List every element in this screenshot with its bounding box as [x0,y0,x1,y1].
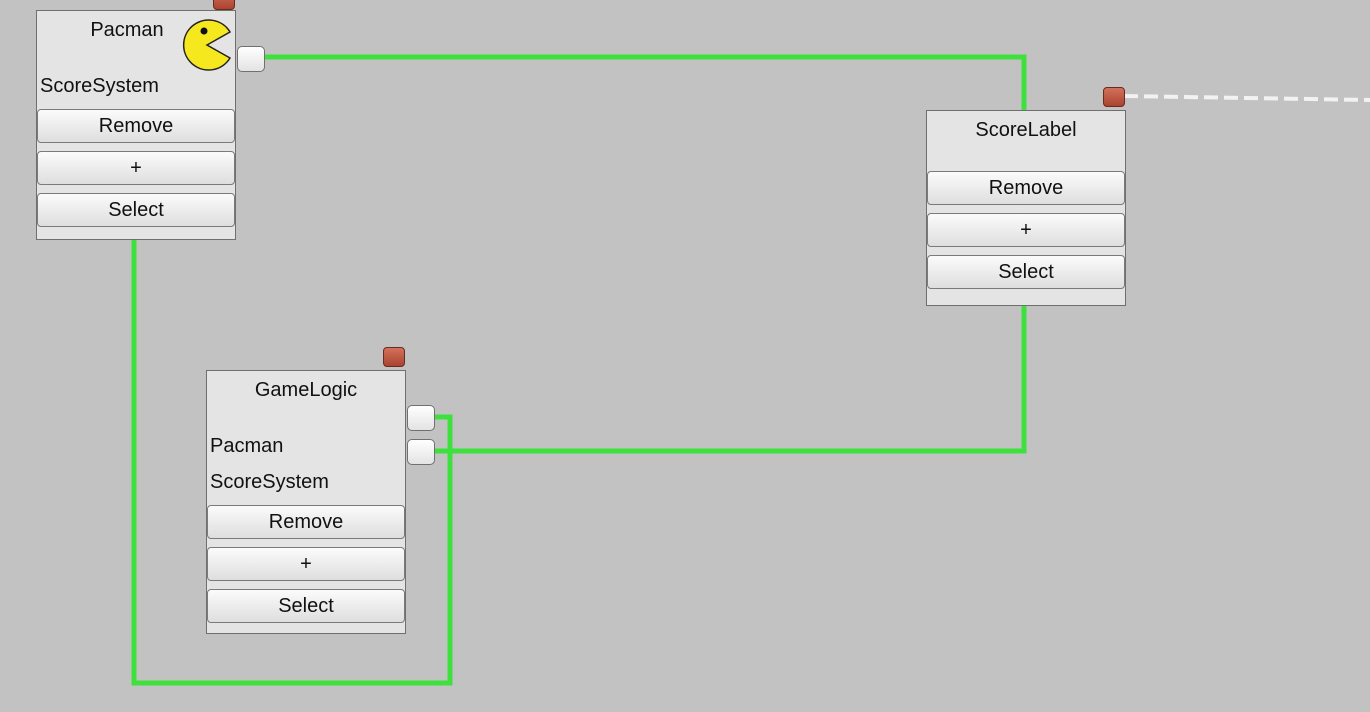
pacman-output-port[interactable] [237,46,265,72]
pacman-select-button[interactable]: Select [37,193,235,227]
scorelabel-add-button[interactable]: + [927,213,1125,247]
scorelabel-close-button[interactable] [1103,87,1125,107]
gamelogic-close-button[interactable] [383,347,405,367]
pacman-remove-button[interactable]: Remove [37,109,235,143]
scorelabel-node[interactable]: ScoreLabel Remove + Select [926,110,1126,306]
gamelogic-remove-button[interactable]: Remove [207,505,405,539]
gamelogic-scoresystem-port[interactable] [407,439,435,465]
scorelabel-remove-button[interactable]: Remove [927,171,1125,205]
gamelogic-select-button[interactable]: Select [207,589,405,623]
pacman-field-scoresystem: ScoreSystem [40,75,159,97]
gamelogic-node-title: GameLogic [254,379,358,401]
gamelogic-field-pacman: Pacman [210,435,284,457]
scorelabel-node-title: ScoreLabel [975,119,1077,141]
scorelabel-select-button[interactable]: Select [927,255,1125,289]
wire-pacman-to-scorelabel[interactable] [252,54,1027,112]
pacman-icon [182,19,232,71]
pacman-close-button[interactable] [213,0,235,10]
gamelogic-pacman-port[interactable] [407,405,435,431]
gamelogic-node[interactable]: GameLogic Pacman ScoreSystem Remove + Se… [206,370,406,634]
gamelogic-add-button[interactable]: + [207,547,405,581]
wire-gamelogic-scoresystem-to-scorelabel[interactable] [421,305,1027,454]
gamelogic-field-scoresystem: ScoreSystem [210,471,329,493]
dashed-wire-offscreen [1123,94,1370,102]
pacman-add-button[interactable]: + [37,151,235,185]
